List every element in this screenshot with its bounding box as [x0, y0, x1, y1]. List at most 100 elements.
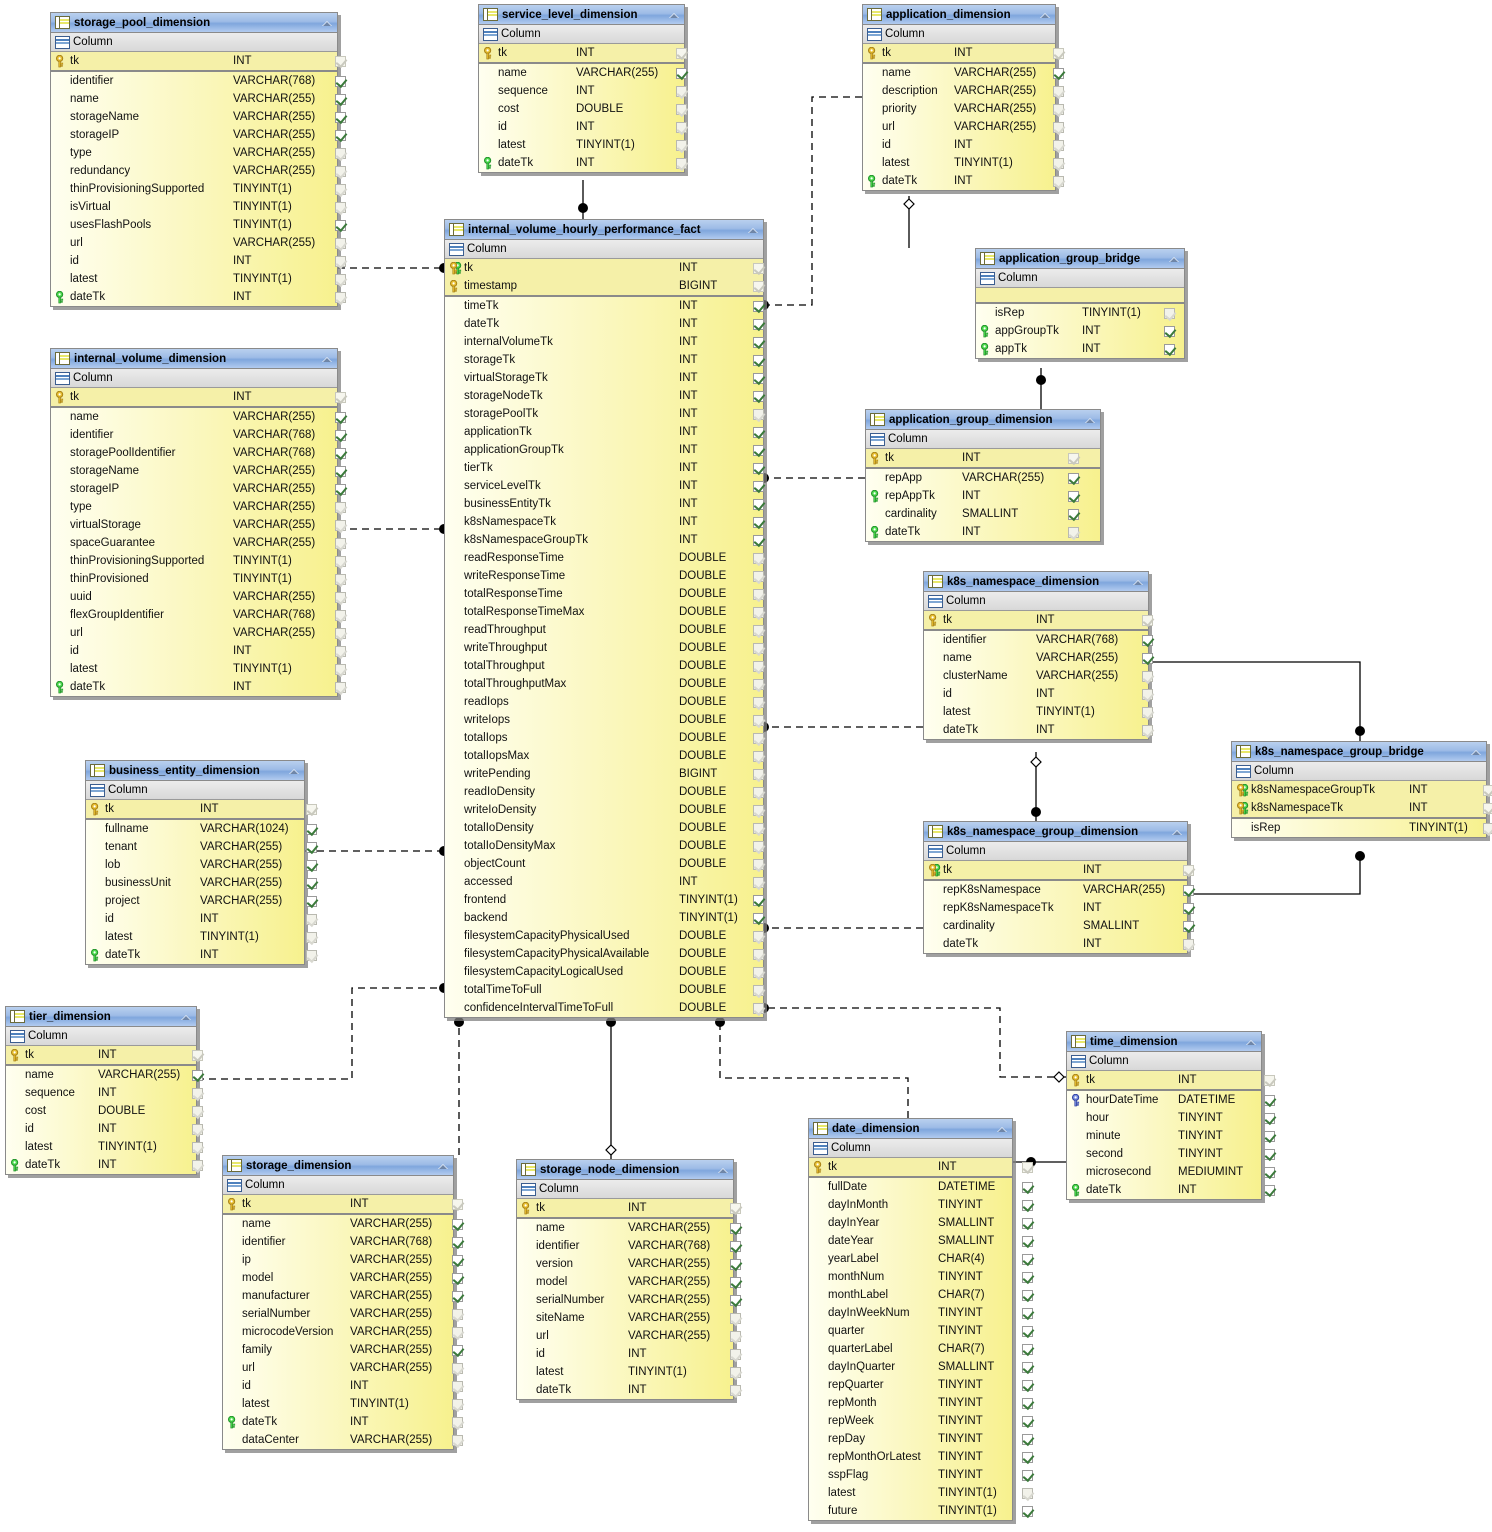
table-header[interactable]: application_group_dimension	[866, 410, 1100, 430]
checkbox-dim[interactable]	[730, 1384, 741, 1396]
checkbox-on[interactable]	[335, 411, 346, 423]
column-checkbox[interactable]	[1021, 1325, 1034, 1337]
column-row[interactable]: dateTk INT	[924, 935, 1194, 953]
column-checkbox[interactable]	[729, 1240, 742, 1252]
checkbox-dim[interactable]	[1022, 1487, 1033, 1499]
checkbox-on[interactable]	[1164, 325, 1175, 337]
checkbox-on[interactable]	[335, 93, 346, 105]
column-row[interactable]: dateTk INT	[51, 288, 346, 306]
column-row[interactable]: identifier VARCHAR(768)	[924, 631, 1153, 649]
column-checkbox[interactable]	[752, 552, 765, 564]
column-checkbox[interactable]	[1263, 1148, 1276, 1160]
checkbox-dim[interactable]	[192, 1123, 203, 1135]
column-checkbox[interactable]	[752, 822, 765, 834]
checkbox-dim[interactable]	[676, 85, 687, 97]
column-checkbox[interactable]	[334, 219, 347, 231]
table-k8s_namespace_group_dimension[interactable]: k8s_namespace_group_dimension Column tk INT…	[923, 821, 1194, 954]
column-row[interactable]: dateTk INT	[6, 1156, 203, 1174]
column-checkbox[interactable]	[334, 573, 347, 585]
checkbox-ghost[interactable]	[1053, 47, 1064, 59]
column-checkbox[interactable]	[752, 678, 765, 690]
column-checkbox[interactable]	[752, 696, 765, 708]
column-checkbox[interactable]	[334, 555, 347, 567]
checkbox-dim[interactable]	[1483, 822, 1492, 834]
column-checkbox[interactable]	[334, 111, 347, 123]
column-checkbox[interactable]	[1021, 1235, 1034, 1247]
column-checkbox[interactable]	[752, 336, 765, 348]
checkbox-on[interactable]	[753, 300, 764, 312]
column-checkbox[interactable]	[305, 877, 318, 889]
checkbox-on[interactable]	[753, 912, 764, 924]
checkbox-on[interactable]	[1022, 1289, 1033, 1301]
checkbox-dim[interactable]	[1164, 307, 1175, 319]
checkbox-dim[interactable]	[335, 501, 346, 513]
checkbox-on[interactable]	[1022, 1361, 1033, 1373]
checkbox-dim[interactable]	[192, 1159, 203, 1171]
column-checkbox[interactable]	[1067, 490, 1080, 502]
column-checkbox[interactable]	[334, 201, 347, 213]
checkbox-dim[interactable]	[676, 103, 687, 115]
column-row[interactable]: storageName VARCHAR(255)	[51, 108, 346, 126]
checkbox-dim[interactable]	[335, 537, 346, 549]
checkbox-on[interactable]	[753, 462, 764, 474]
column-checkbox[interactable]	[305, 913, 318, 925]
column-checkbox[interactable]	[334, 273, 347, 285]
checkbox-dim[interactable]	[1142, 706, 1153, 718]
column-row[interactable]: totalIoDensityMax DOUBLE	[445, 837, 764, 855]
column-checkbox[interactable]	[334, 255, 347, 267]
checkbox-on[interactable]	[1068, 490, 1079, 502]
column-checkbox[interactable]	[1052, 121, 1065, 133]
column-row[interactable]: sspFlag TINYINT	[809, 1466, 1033, 1484]
table-header[interactable]: time_dimension	[1067, 1032, 1261, 1052]
column-row[interactable]: repK8sNamespace VARCHAR(255)	[924, 881, 1194, 899]
column-row[interactable]: uuid VARCHAR(255)	[51, 588, 346, 606]
table-tier_dimension[interactable]: tier_dimension Column tk INT name VARCHAR(255…	[5, 1006, 203, 1175]
checkbox-dim[interactable]	[335, 183, 346, 195]
column-row[interactable]: totalTimeToFull DOUBLE	[445, 981, 764, 999]
column-checkbox[interactable]	[1052, 85, 1065, 97]
checkbox-dim[interactable]	[753, 858, 764, 870]
checkbox-on[interactable]	[730, 1222, 741, 1234]
checkbox-dim[interactable]	[730, 1312, 741, 1324]
column-row[interactable]: appTk INT	[976, 340, 1184, 358]
column-checkbox[interactable]	[334, 645, 347, 657]
checkbox-dim[interactable]	[1053, 103, 1064, 115]
column-row[interactable]: objectCount DOUBLE	[445, 855, 764, 873]
column-checkbox[interactable]	[752, 768, 765, 780]
column-row[interactable]: repApp VARCHAR(255)	[866, 469, 1100, 487]
checkbox-dim[interactable]	[753, 786, 764, 798]
column-checkbox[interactable]	[1067, 526, 1080, 538]
column-row[interactable]: name VARCHAR(255)	[223, 1215, 463, 1233]
collapse-chevron-icon[interactable]	[437, 1159, 450, 1172]
checkbox-on[interactable]	[452, 1272, 463, 1284]
checkbox-on[interactable]	[1183, 920, 1194, 932]
checkbox-on[interactable]	[335, 465, 346, 477]
column-row[interactable]: name VARCHAR(255)	[479, 64, 687, 82]
column-row[interactable]: id INT	[51, 252, 346, 270]
column-row[interactable]: latest TINYINT(1)	[479, 136, 687, 154]
column-checkbox[interactable]	[1263, 1094, 1276, 1106]
column-row[interactable]: latest TINYINT(1)	[223, 1395, 463, 1413]
column-row[interactable]: storageNodeTk INT	[445, 387, 764, 405]
checkbox-dim[interactable]	[753, 804, 764, 816]
column-checkbox[interactable]	[729, 1348, 742, 1360]
checkbox-on[interactable]	[676, 67, 687, 79]
column-checkbox[interactable]	[1263, 1166, 1276, 1178]
checkbox-on[interactable]	[452, 1218, 463, 1230]
checkbox-on[interactable]	[452, 1236, 463, 1248]
checkbox-dim[interactable]	[192, 1105, 203, 1117]
checkbox-dim[interactable]	[676, 139, 687, 151]
checkbox-on[interactable]	[1142, 652, 1153, 664]
checkbox-on[interactable]	[1022, 1433, 1033, 1445]
checkbox-dim[interactable]	[335, 255, 346, 267]
checkbox-on[interactable]	[335, 483, 346, 495]
checkbox-dim[interactable]	[676, 121, 687, 133]
checkbox-dim[interactable]	[753, 876, 764, 888]
checkbox-dim[interactable]	[753, 822, 764, 834]
column-checkbox[interactable]	[729, 1202, 742, 1214]
checkbox-dim[interactable]	[452, 1380, 463, 1392]
column-row[interactable]: storageIP VARCHAR(255)	[51, 126, 346, 144]
checkbox-dim[interactable]	[1053, 121, 1064, 133]
column-row[interactable]: usesFlashPools TINYINT(1)	[51, 216, 346, 234]
checkbox-dim[interactable]	[335, 591, 346, 603]
